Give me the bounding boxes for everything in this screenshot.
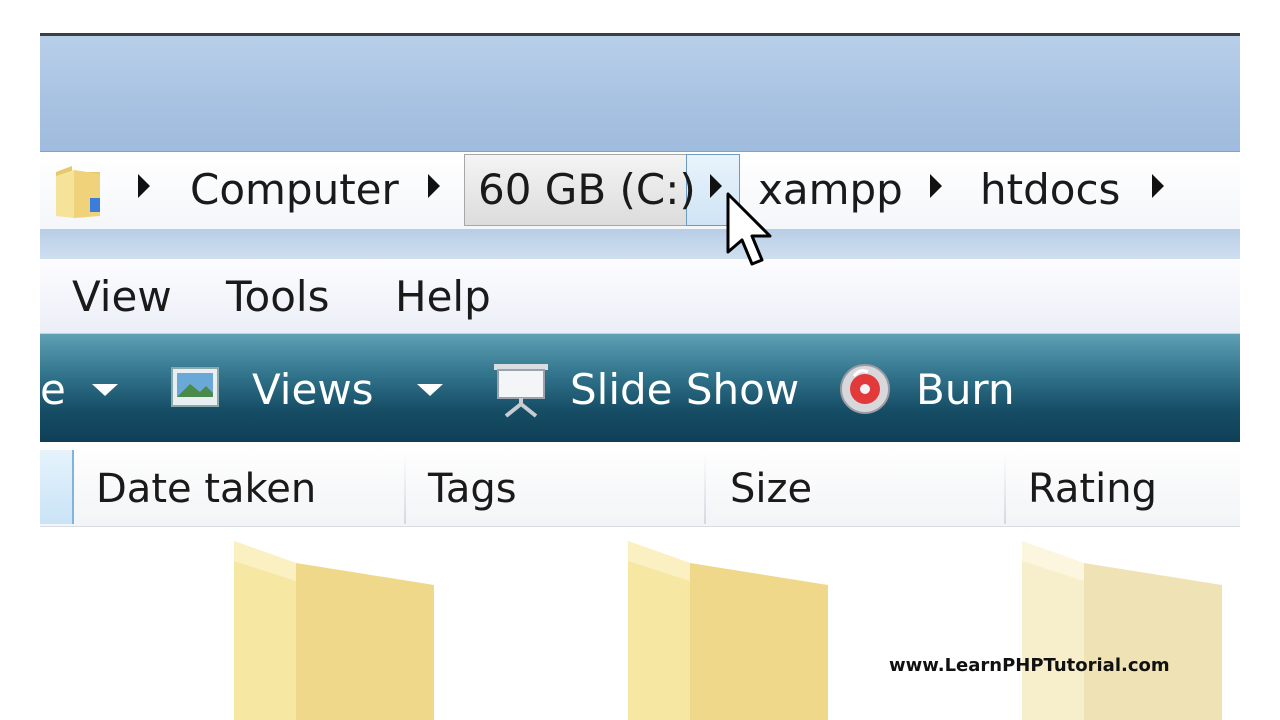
column-divider[interactable] <box>704 450 706 524</box>
folder-icon <box>56 166 100 218</box>
top-strip <box>40 0 1240 36</box>
folder-icon[interactable] <box>226 541 456 720</box>
breadcrumb-arrow-icon[interactable] <box>138 174 150 198</box>
slideshow-icon[interactable] <box>492 360 550 418</box>
address-bar-band <box>40 229 1240 259</box>
menu-view[interactable]: View <box>72 271 172 323</box>
breadcrumb-arrow-icon[interactable] <box>428 174 440 198</box>
menu-help[interactable]: Help <box>395 271 491 323</box>
breadcrumb-htdocs[interactable]: htdocs <box>980 164 1120 216</box>
breadcrumb-drive-c[interactable]: 60 GB (C:) <box>478 164 696 216</box>
watermark-text: www.LearnPHPTutorial.com <box>889 655 1170 676</box>
organize-button-partial[interactable]: e <box>40 364 66 416</box>
breadcrumb-arrow-icon[interactable] <box>930 174 942 198</box>
address-bar[interactable]: Computer 60 GB (C:) xampp htdocs <box>40 151 1240 231</box>
folder-icon[interactable] <box>620 541 850 720</box>
views-icon[interactable] <box>170 366 220 408</box>
burn-disc-icon[interactable] <box>838 362 892 416</box>
breadcrumb-xampp[interactable]: xampp <box>758 164 903 216</box>
column-divider[interactable] <box>404 450 406 524</box>
menu-tools[interactable]: Tools <box>226 271 329 323</box>
chevron-down-icon[interactable] <box>92 384 118 396</box>
selected-column-edge[interactable] <box>40 450 74 524</box>
slide-show-button[interactable]: Slide Show <box>570 364 799 416</box>
breadcrumb-arrow-icon[interactable] <box>1152 174 1164 198</box>
menu-bar: View Tools Help <box>40 259 1240 334</box>
command-bar: e Views Slide Show Burn <box>40 334 1240 442</box>
mouse-cursor-icon <box>726 192 772 266</box>
views-button[interactable]: Views <box>252 364 374 416</box>
column-headers: Date taken Tags Size Rating <box>40 442 1240 527</box>
breadcrumb-computer[interactable]: Computer <box>190 164 399 216</box>
column-date-taken[interactable]: Date taken <box>96 464 316 514</box>
explorer-window: Computer 60 GB (C:) xampp htdocs View To… <box>40 0 1240 720</box>
column-size[interactable]: Size <box>730 464 812 514</box>
folder-icon[interactable] <box>1014 541 1240 720</box>
column-divider[interactable] <box>1004 450 1006 524</box>
breadcrumb-arrow-icon[interactable] <box>710 174 722 198</box>
file-list <box>40 527 1240 720</box>
title-bar <box>40 36 1240 156</box>
column-rating[interactable]: Rating <box>1028 464 1157 514</box>
chevron-down-icon[interactable] <box>417 384 443 396</box>
column-tags[interactable]: Tags <box>428 464 517 514</box>
burn-button[interactable]: Burn <box>916 364 1015 416</box>
